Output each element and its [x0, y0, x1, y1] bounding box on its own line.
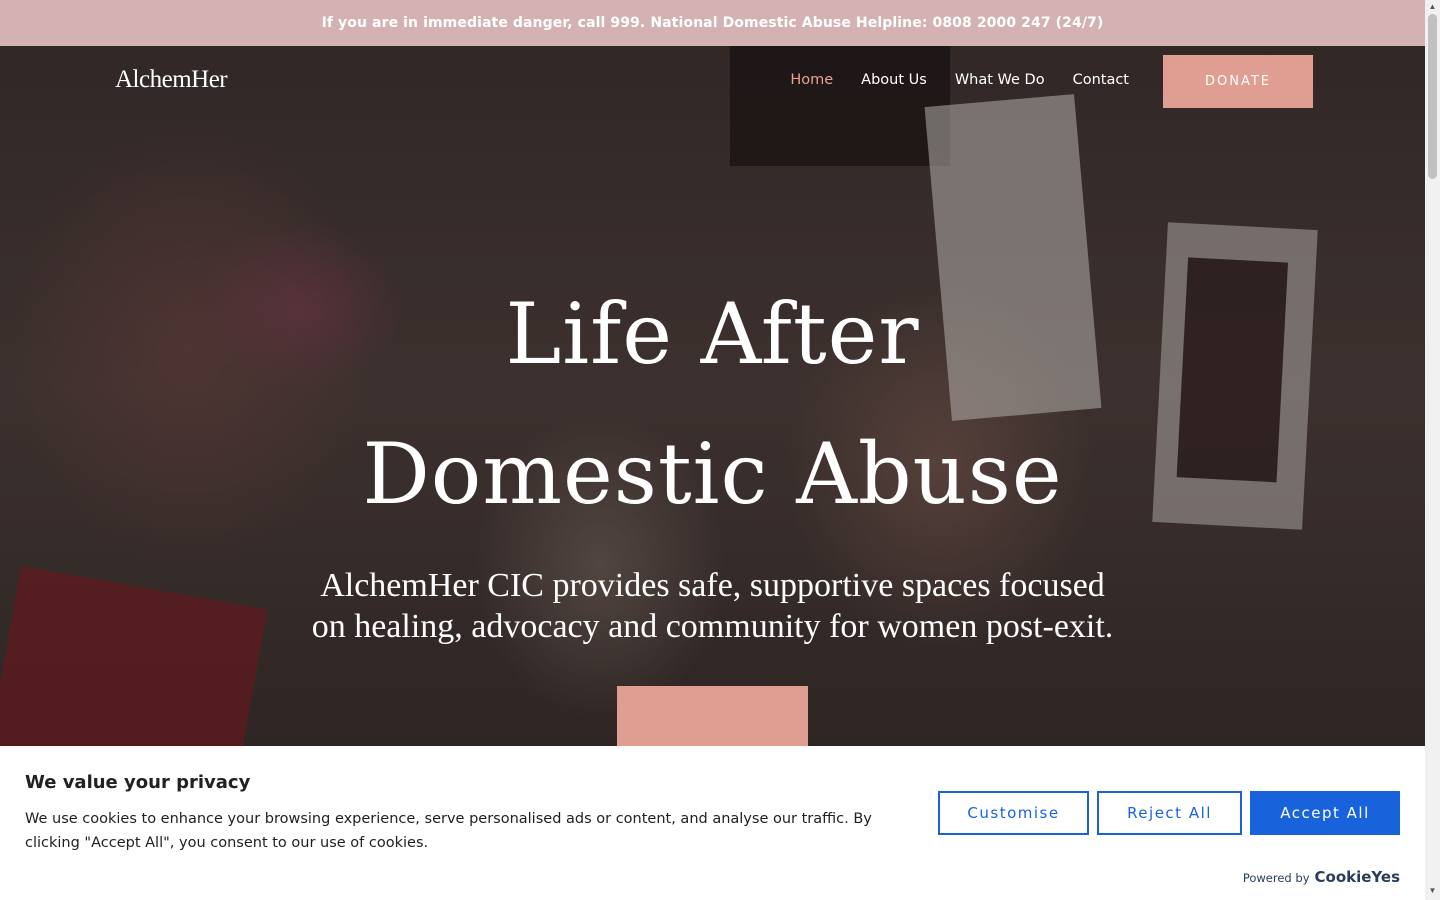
nav-link-contact[interactable]: Contact — [1073, 72, 1129, 88]
nav-link-what-we-do[interactable]: What We Do — [955, 72, 1045, 88]
emergency-alert-text: If you are in immediate danger, call 999… — [321, 15, 1104, 31]
reject-all-button[interactable]: Reject All — [1097, 791, 1242, 835]
hero-title-line-1: Life After — [505, 285, 920, 383]
cookie-banner-title: We value your privacy — [25, 772, 251, 793]
site-logo[interactable]: AlchemHer — [115, 66, 228, 94]
powered-by-label: Powered by — [1242, 871, 1310, 885]
hero-cta-button[interactable] — [617, 686, 808, 746]
hero-subtitle: AlchemHer CIC provides safe, supportive … — [311, 567, 1114, 645]
main-nav: Home About Us What We Do Contact — [790, 72, 1129, 88]
powered-by: Powered by CookieYes — [1243, 868, 1400, 886]
top-navigation: AlchemHer Home About Us What We Do Conta… — [0, 46, 1425, 116]
accept-all-button[interactable]: Accept All — [1250, 791, 1400, 835]
scroll-down-arrow-icon[interactable]: ▼ — [1427, 886, 1438, 896]
emergency-alert-bar: If you are in immediate danger, call 999… — [0, 0, 1425, 46]
cookie-banner-text: We use cookies to enhance your browsing … — [25, 811, 872, 851]
hero-title-line-2: Domestic Abuse — [362, 425, 1063, 523]
nav-link-home[interactable]: Home — [790, 72, 833, 88]
donate-button[interactable]: DONATE — [1163, 55, 1313, 108]
scrollbar-thumb[interactable] — [1428, 14, 1437, 179]
cookie-consent-banner: We value your privacy We use cookies to … — [0, 746, 1425, 900]
nav-link-about-us[interactable]: About Us — [861, 72, 927, 88]
cookieyes-logo[interactable]: CookieYes — [1315, 868, 1401, 886]
scroll-up-arrow-icon[interactable]: ▲ — [1427, 2, 1438, 12]
customise-button[interactable]: Customise — [938, 791, 1089, 835]
